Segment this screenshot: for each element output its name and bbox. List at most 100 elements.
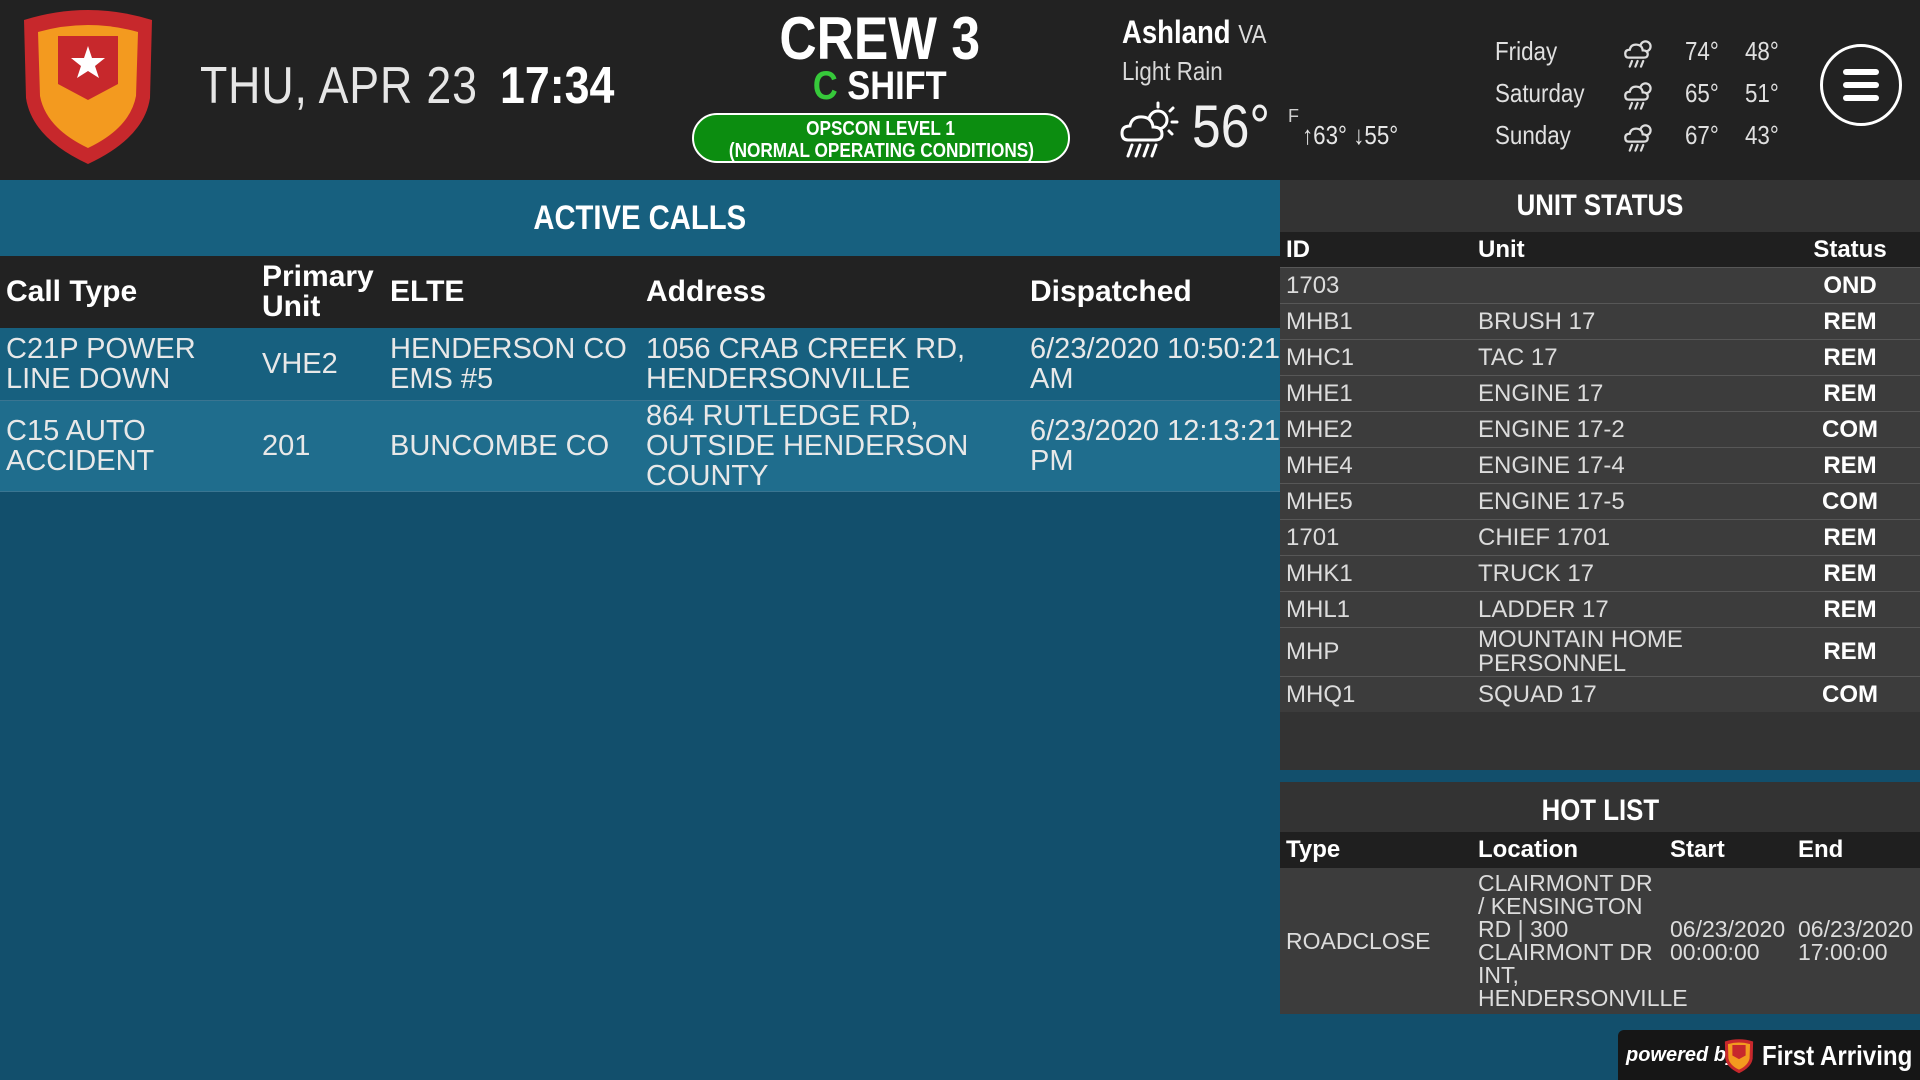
- call-type: C21P POWER LINE DOWN: [0, 328, 256, 401]
- low-temp: 55°: [1364, 120, 1399, 150]
- table-row[interactable]: ROADCLOSE CLAIRMONT DR / KENSINGTON RD |…: [1280, 868, 1920, 1014]
- column-header: Address: [640, 256, 1024, 328]
- column-header: Primary Unit: [256, 256, 384, 328]
- unit-status: REM: [1780, 447, 1920, 484]
- unit-name: [1472, 267, 1780, 304]
- table-row[interactable]: MHB1 BRUSH 17 REM: [1280, 303, 1920, 340]
- table-header-row: Call Type Primary Unit ELTE Address Disp…: [0, 256, 1280, 328]
- column-header: Type: [1280, 832, 1472, 868]
- hot-location: CLAIRMONT DR / KENSINGTON RD | 300 CLAIR…: [1472, 868, 1688, 1014]
- current-date: THU, APR 23: [200, 57, 478, 115]
- weather-location: Ashland VA: [1122, 14, 1290, 51]
- rain-cloud-sun-icon: [1624, 82, 1652, 110]
- table-row[interactable]: MHE2 ENGINE 17-2 COM: [1280, 411, 1920, 448]
- high-low-temps: ↑63° ↓55°: [1302, 120, 1414, 151]
- shift-label: C SHIFT: [690, 64, 1070, 109]
- department-shield-logo: [24, 10, 152, 164]
- unit-status: REM: [1780, 303, 1920, 340]
- unit-id: MHE4: [1280, 447, 1472, 484]
- hamburger-icon-bar: [1843, 82, 1879, 88]
- table-row[interactable]: 1701 CHIEF 1701 REM: [1280, 519, 1920, 556]
- unit-name: TRUCK 17: [1472, 555, 1780, 592]
- forecast-high: 65°: [1685, 78, 1719, 108]
- unit-id: 1701: [1280, 519, 1472, 556]
- forecast-day: Saturday: [1495, 78, 1585, 108]
- hot-list-table: Type Location Start End ROADCLOSE CLAIRM…: [1280, 832, 1920, 1014]
- column-header: ELTE: [384, 256, 640, 328]
- column-header: ID: [1280, 232, 1472, 268]
- weather-city: Ashland: [1122, 14, 1231, 50]
- table-row[interactable]: C15 AUTO ACCIDENT 201 BUNCOMBE CO 864 RU…: [0, 400, 1280, 492]
- unit-id: MHL1: [1280, 591, 1472, 628]
- column-header: Start: [1664, 832, 1792, 868]
- hamburger-icon-bar: [1843, 95, 1879, 101]
- hot-list-panel: HOT LIST Type Location Start End ROADCLO…: [1280, 782, 1920, 1014]
- rain-cloud-sun-icon: [1624, 124, 1652, 152]
- unit-status: REM: [1780, 591, 1920, 628]
- unit-status-panel: UNIT STATUS ID Unit Status 1703 OND MHB1 BR…: [1280, 180, 1920, 770]
- rain-cloud-sun-icon: [1120, 101, 1179, 158]
- table-row[interactable]: MHE1 ENGINE 17 REM: [1280, 375, 1920, 412]
- primary-unit: VHE2: [256, 328, 384, 401]
- arrow-down-icon: ↓: [1353, 120, 1365, 150]
- table-row[interactable]: MHQ1 SQUAD 17 COM: [1280, 676, 1920, 712]
- current-time: 17:34: [500, 57, 615, 115]
- unit-status: REM: [1780, 555, 1920, 592]
- table-row[interactable]: MHC1 TAC 17 REM: [1280, 339, 1920, 376]
- column-header: Status: [1780, 232, 1920, 268]
- table-row[interactable]: MHE4 ENGINE 17-4 REM: [1280, 447, 1920, 484]
- unit-status: COM: [1780, 483, 1920, 520]
- high-temp: 63°: [1313, 120, 1348, 150]
- table-row[interactable]: C21P POWER LINE DOWN VHE2 HENDERSON CO E…: [0, 328, 1280, 401]
- column-header: Call Type: [0, 256, 256, 328]
- forecast-day: Friday: [1495, 36, 1558, 66]
- unit-status: COM: [1780, 676, 1920, 712]
- arrow-up-icon: ↑: [1302, 120, 1314, 150]
- unit-status: OND: [1780, 267, 1920, 304]
- hot-type: ROADCLOSE: [1280, 868, 1472, 1014]
- unit-name: ENGINE 17-2: [1472, 411, 1780, 448]
- table-row[interactable]: MHP MOUNTAIN HOME PERSONNEL REM: [1280, 627, 1920, 677]
- weather-condition: Light Rain: [1122, 56, 1223, 86]
- forecast-row: Friday 74° 48°: [1495, 36, 1795, 72]
- address: 864 RUTLEDGE RD, OUTSIDE HENDERSON COUNT…: [640, 400, 1024, 492]
- address: 1056 CRAB CREEK RD, HENDERSONVILLE: [640, 328, 1024, 401]
- menu-button[interactable]: [1820, 44, 1902, 126]
- unit-id: MHC1: [1280, 339, 1472, 376]
- weather-state: VA: [1238, 19, 1267, 49]
- unit-status-title: UNIT STATUS: [1280, 180, 1920, 232]
- unit-status-table: ID Unit Status 1703 OND MHB1 BRUSH 17 REM MHC…: [1280, 232, 1920, 712]
- table-row[interactable]: MHL1 LADDER 17 REM: [1280, 591, 1920, 628]
- table-row[interactable]: MHE5 ENGINE 17-5 COM: [1280, 483, 1920, 520]
- elte: HENDERSON CO EMS #5: [384, 328, 640, 401]
- shift-letter: C: [813, 64, 838, 108]
- crew-label: CREW 3: [779, 5, 981, 72]
- forecast-low: 51°: [1745, 78, 1779, 108]
- column-header: Dispatched: [1024, 256, 1280, 328]
- column-header: Unit: [1472, 232, 1780, 268]
- powered-by-text: powered by: [1626, 1044, 1738, 1066]
- call-type: C15 AUTO ACCIDENT: [0, 400, 256, 492]
- table-row[interactable]: 1703 OND: [1280, 267, 1920, 304]
- unit-id: MHQ1: [1280, 676, 1472, 712]
- unit-status: REM: [1780, 375, 1920, 412]
- dispatched: 6/23/2020 10:50:21 AM: [1024, 328, 1280, 401]
- unit-status: REM: [1780, 519, 1920, 556]
- opscon-badge: OPSCON LEVEL 1 (NORMAL OPERATING CONDITI…: [692, 113, 1070, 163]
- elte: BUNCOMBE CO: [384, 400, 640, 492]
- shift-word: SHIFT: [847, 64, 947, 108]
- powered-by-badge[interactable]: powered by First Arriving: [1618, 1030, 1920, 1080]
- opscon-level: OPSCON LEVEL 1: [806, 118, 956, 140]
- unit-name: BRUSH 17: [1472, 303, 1780, 340]
- unit-name: TAC 17: [1472, 339, 1780, 376]
- unit-name: SQUAD 17: [1472, 676, 1780, 712]
- unit-name: MOUNTAIN HOME PERSONNEL: [1472, 627, 1780, 677]
- unit-name: ENGINE 17-4: [1472, 447, 1780, 484]
- primary-unit: 201: [256, 400, 384, 492]
- unit-id: MHP: [1280, 627, 1472, 677]
- forecast-row: Saturday 65° 51°: [1495, 78, 1795, 114]
- hamburger-icon-bar: [1843, 69, 1879, 75]
- table-row[interactable]: MHK1 TRUCK 17 REM: [1280, 555, 1920, 592]
- temperature-unit: F: [1288, 106, 1299, 126]
- dispatched: 6/23/2020 12:13:21 PM: [1024, 400, 1280, 492]
